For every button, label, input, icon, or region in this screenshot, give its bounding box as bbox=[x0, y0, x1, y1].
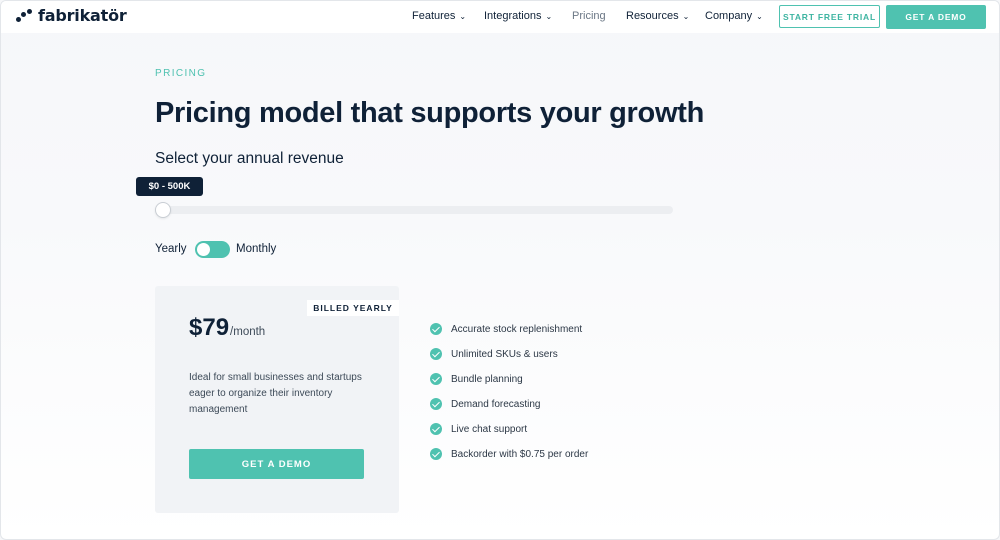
nav-item-pricing[interactable]: Pricing bbox=[572, 10, 606, 22]
revenue-slider-track[interactable] bbox=[155, 206, 673, 214]
check-circle-icon bbox=[430, 323, 442, 335]
pricing-page: fabrikatör Features ⌄ Integrations ⌄ Pri… bbox=[0, 0, 1000, 540]
check-circle-icon bbox=[430, 373, 442, 385]
nav-label: Company bbox=[705, 10, 753, 22]
plan-get-demo-button[interactable]: GET A DEMO bbox=[189, 449, 364, 479]
plan-price: $79 /month bbox=[189, 314, 265, 342]
nav-item-integrations[interactable]: Integrations ⌄ bbox=[484, 10, 552, 22]
plan-description: Ideal for small businesses and startups … bbox=[189, 372, 362, 415]
billing-badge: BILLED YEARLY bbox=[307, 300, 399, 316]
nav-item-features[interactable]: Features ⌄ bbox=[412, 10, 466, 22]
three-dots-logo-icon bbox=[16, 8, 32, 24]
start-free-trial-button[interactable]: START FREE TRIAL bbox=[779, 5, 880, 28]
check-circle-icon bbox=[430, 348, 442, 360]
revenue-selector-heading: Select your annual revenue bbox=[155, 150, 344, 167]
check-circle-icon bbox=[430, 398, 442, 410]
chevron-down-icon: ⌄ bbox=[756, 11, 763, 21]
list-item: Bundle planning bbox=[430, 372, 523, 386]
revenue-slider-handle[interactable] bbox=[155, 202, 171, 218]
header-get-demo-button[interactable]: GET A DEMO bbox=[886, 5, 986, 29]
monthly-label[interactable]: Monthly bbox=[236, 243, 276, 255]
nav-label: Features bbox=[412, 10, 456, 22]
slider-value-tooltip: $0 - 500K bbox=[136, 177, 203, 196]
feature-text: Accurate stock replenishment bbox=[451, 323, 583, 335]
check-circle-icon bbox=[430, 448, 442, 460]
nav-label: Integrations bbox=[484, 10, 542, 22]
price-period: /month bbox=[230, 326, 266, 338]
list-item: Accurate stock replenishment bbox=[430, 322, 582, 336]
nav-label: Resources bbox=[626, 10, 679, 22]
list-item: Unlimited SKUs & users bbox=[430, 347, 558, 361]
section-eyebrow: PRICING bbox=[155, 68, 207, 79]
brand-logo[interactable]: fabrikatör bbox=[16, 6, 127, 25]
feature-text: Backorder with $0.75 per order bbox=[451, 448, 589, 460]
feature-text: Unlimited SKUs & users bbox=[451, 348, 558, 360]
check-circle-icon bbox=[430, 423, 442, 435]
billing-period-toggle[interactable] bbox=[195, 241, 230, 258]
nav-item-resources[interactable]: Resources ⌄ bbox=[626, 10, 689, 22]
list-item: Demand forecasting bbox=[430, 397, 541, 411]
chevron-down-icon: ⌄ bbox=[459, 11, 467, 21]
chevron-down-icon: ⌄ bbox=[545, 11, 553, 21]
list-item: Live chat support bbox=[430, 422, 527, 436]
yearly-label[interactable]: Yearly bbox=[155, 243, 187, 255]
feature-text: Bundle planning bbox=[451, 373, 523, 385]
chevron-down-icon: ⌄ bbox=[682, 11, 690, 21]
toggle-knob bbox=[197, 243, 210, 256]
nav-item-company[interactable]: Company ⌄ bbox=[705, 10, 763, 22]
page-title: Pricing model that supports your growth bbox=[155, 97, 704, 129]
list-item: Backorder with $0.75 per order bbox=[430, 447, 588, 461]
nav-label: Pricing bbox=[572, 10, 606, 22]
feature-text: Live chat support bbox=[451, 423, 528, 435]
price-amount: $79 bbox=[189, 314, 230, 341]
site-header: fabrikatör Features ⌄ Integrations ⌄ Pri… bbox=[1, 1, 999, 33]
brand-name: fabrikatör bbox=[38, 6, 127, 25]
feature-text: Demand forecasting bbox=[451, 398, 541, 410]
